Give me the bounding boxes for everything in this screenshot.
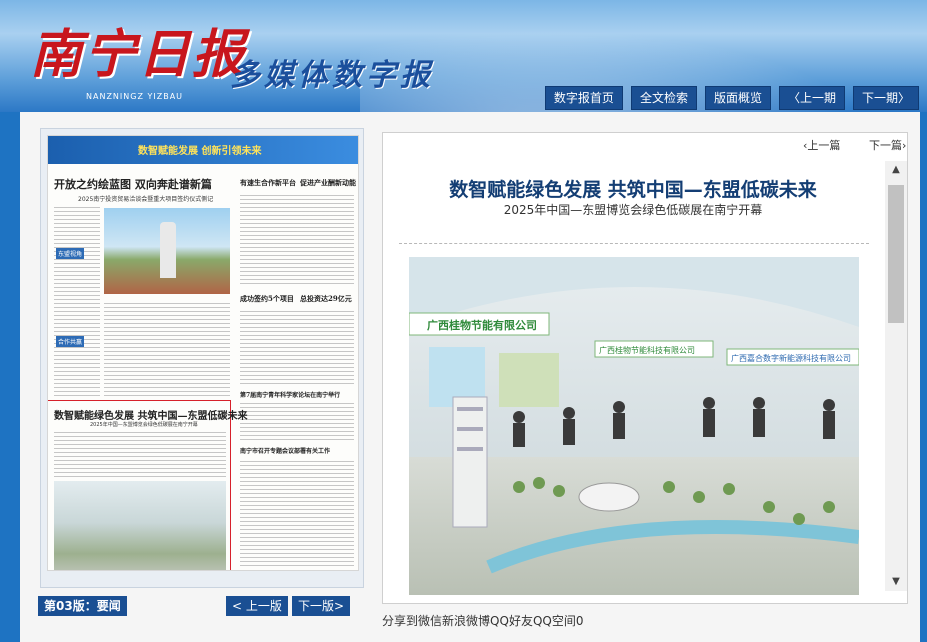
- nav-prev-issue-button[interactable]: 〈上一期: [778, 86, 845, 110]
- share-count: 0: [575, 614, 584, 628]
- masthead-subtitle: 多媒体数字报: [230, 58, 434, 93]
- share-wechat-link[interactable]: 微信: [418, 614, 442, 628]
- article-subtitle: 2025年中国—东盟博览会绿色低碳展在南宁开幕: [503, 203, 763, 217]
- photo-sign-1: 广西桂物节能有限公司: [427, 318, 537, 332]
- nav-overview-button[interactable]: 版面概览: [704, 86, 771, 110]
- nav-search-button[interactable]: 全文检索: [630, 86, 697, 110]
- thumbnail-side-heading[interactable]: 促进产业酬新动能: [300, 178, 356, 188]
- thumbnail-right-heading[interactable]: 第7届南宁青年科学家论坛在南宁举行: [240, 390, 340, 399]
- article-scrollbar[interactable]: ▲ ▼: [885, 161, 907, 591]
- thumbnail-text-column: [54, 206, 100, 396]
- newspaper-logo[interactable]: 南宁日报: [30, 12, 246, 87]
- thumbnail-section-mark: 合作共赢: [56, 336, 85, 347]
- article-divider: [399, 243, 869, 244]
- prev-article-link[interactable]: ‹上一篇: [803, 137, 840, 153]
- thumbnail-text-column: [240, 460, 354, 566]
- next-article-link[interactable]: 下一篇›: [869, 137, 906, 153]
- prev-article-label: 上一篇: [807, 139, 841, 152]
- selected-article-region[interactable]: 数智赋能绿色发展 共筑中国—东盟低碳未来 2025年中国—东盟博览会绿色低碳展在…: [48, 400, 247, 570]
- thumbnail-banner-text: 数智赋能发展 创新引领未来: [138, 146, 262, 157]
- photo-sign-2: 广西桂物节能科技有限公司: [599, 345, 695, 355]
- page-thumbnail[interactable]: 数智赋能发展 创新引领未来 开放之约绘蓝图 双向奔赴谱新篇 2025南宁投资贸易…: [47, 135, 359, 571]
- photo-sign-3: 广西嘉合数字新能源科技有限公司: [731, 353, 851, 363]
- thumbnail-text-column: [240, 402, 354, 440]
- thumbnail-banner: 数智赋能发展 创新引领未来: [48, 136, 358, 164]
- top-nav: 数字报首页 全文检索 版面概览 〈上一期 下一期〉: [544, 86, 919, 110]
- article-title: 数智赋能绿色发展 共筑中国—东盟低碳未来: [449, 179, 817, 201]
- thumbnail-mid-heading[interactable]: 成功签约5个项目: [240, 294, 294, 304]
- page-thumbnail-panel: 数智赋能发展 创新引领未来 开放之约绘蓝图 双向奔赴谱新篇 2025南宁投资贸易…: [40, 128, 364, 588]
- selected-article-sub: 2025年中国—东盟博览会绿色低碳展在南宁开幕: [90, 422, 198, 428]
- nav-home-button[interactable]: 数字报首页: [544, 86, 623, 110]
- thumbnail-text-column: [240, 192, 354, 284]
- thumbnail-right-heading[interactable]: 南宁市召开专题会议部署有关工作: [240, 446, 330, 455]
- thumbnail-mid-heading[interactable]: 总投资达29亿元: [300, 294, 352, 304]
- share-weibo-link[interactable]: 新浪微博: [442, 614, 490, 628]
- prev-page-button[interactable]: < 上一版: [226, 596, 288, 616]
- next-article-label: 下一篇: [869, 139, 902, 152]
- thumbnail-text-column: [104, 300, 230, 396]
- content-area: 数智赋能发展 创新引领未来 开放之约绘蓝图 双向奔赴谱新篇 2025南宁投资贸易…: [20, 112, 920, 642]
- scroll-down-arrow-icon[interactable]: ▼: [885, 573, 907, 591]
- exhibition-photo-illustration: 广西桂物节能有限公司 广西桂物节能科技有限公司 广西嘉合数字新能源科技有限公司: [409, 257, 859, 595]
- thumbnail-side-heading[interactable]: 有速生合作新平台: [240, 178, 296, 188]
- scrollbar-thumb[interactable]: [888, 185, 904, 323]
- page-label: 第03版：要闻: [38, 596, 127, 616]
- thumbnail-photo: [104, 208, 230, 294]
- share-qq-friend-link[interactable]: QQ好友: [490, 614, 533, 628]
- thumbnail-section-mark: 东盟视角: [56, 248, 85, 259]
- article-pointer: [383, 144, 391, 162]
- masthead-pinyin: NANZNINGZ YIZBAU: [86, 92, 184, 101]
- share-prefix: 分享到: [382, 614, 419, 628]
- selected-article-photo: [54, 481, 226, 570]
- thumbnail-text-column: [240, 308, 354, 384]
- next-page-button[interactable]: 下一版>: [292, 596, 351, 616]
- share-bar: 分享到微信新浪微博QQ好友QQ空间0: [382, 612, 584, 629]
- masthead: 南宁日报 多媒体数字报 NANZNINGZ YIZBAU 数字报首页 全文检索 …: [0, 0, 927, 112]
- share-qzone-link[interactable]: QQ空间: [533, 614, 576, 628]
- nav-next-issue-button[interactable]: 下一期〉: [852, 86, 919, 110]
- thumbnail-subheadline: 2025南宁投资贸易洽谈会暨重大项目签约仪式侧记: [78, 196, 214, 203]
- scroll-up-arrow-icon[interactable]: ▲: [885, 161, 907, 179]
- selected-article-headline: 数智赋能绿色发展 共筑中国—东盟低碳未来: [54, 411, 248, 422]
- article-panel: ‹上一篇 下一篇› 数智赋能绿色发展 共筑中国—东盟低碳未来 2025年中国—东…: [382, 132, 908, 604]
- thumbnail-headline[interactable]: 开放之约绘蓝图 双向奔赴谱新篇: [54, 176, 212, 192]
- thumbnail-text-column: [54, 431, 226, 477]
- article-photo: 广西桂物节能有限公司 广西桂物节能科技有限公司 广西嘉合数字新能源科技有限公司: [409, 257, 859, 595]
